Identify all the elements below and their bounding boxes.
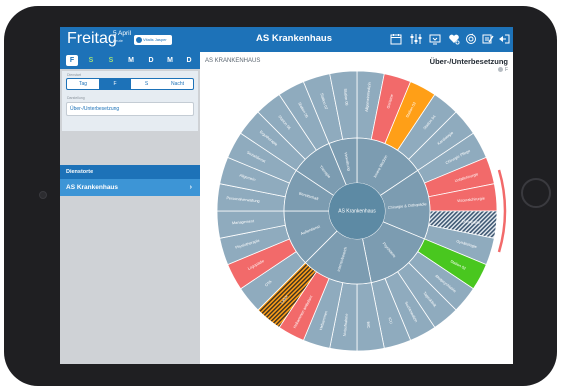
shift-option-f[interactable]: F bbox=[99, 79, 131, 89]
filter-panel: Dienstart Tag F S Nacht Darstellung Über… bbox=[62, 71, 198, 131]
shift-label: Dienstart bbox=[67, 73, 82, 77]
refresh-icon[interactable] bbox=[465, 33, 477, 45]
alert-arc bbox=[497, 169, 507, 253]
user-chip-label: Vitalis Jasper bbox=[143, 37, 167, 42]
sunburst-chart: Allgemeinmedizin GeriatrieStation 03Stati… bbox=[216, 70, 507, 352]
chevron-right-icon: › bbox=[189, 184, 192, 191]
day-tab-2[interactable]: S bbox=[105, 55, 117, 66]
app-title: AS Krankenhaus bbox=[256, 33, 333, 44]
section-title: Dienstorte bbox=[60, 165, 200, 179]
camera-dot bbox=[39, 191, 47, 199]
day-tab-0[interactable]: F bbox=[66, 55, 78, 66]
user-chip[interactable]: Vitalis Jasper bbox=[134, 35, 172, 45]
edit-icon[interactable] bbox=[482, 33, 494, 45]
legend-dot-icon bbox=[497, 67, 503, 73]
shift-option-tag[interactable]: Tag bbox=[67, 79, 99, 89]
sunburst-outer-label: IMC bbox=[366, 321, 371, 329]
sunburst-center-label: AS Krankenhaus bbox=[338, 209, 376, 215]
view-select[interactable]: Über-/Unterbesetzung bbox=[66, 102, 194, 116]
view-title: Über-/Unterbesetzung bbox=[429, 57, 508, 66]
app-screen: Freitag 5 April heute Vitalis Jasper AS … bbox=[60, 27, 513, 364]
legend: F bbox=[497, 67, 508, 73]
shift-segmented-control: Tag F S Nacht bbox=[66, 78, 194, 90]
day-tab-3[interactable]: M bbox=[125, 55, 137, 66]
legend-label: F bbox=[504, 67, 508, 73]
day-tab-6[interactable]: D bbox=[183, 55, 195, 66]
top-bar: Freitag 5 April heute Vitalis Jasper AS … bbox=[60, 27, 513, 52]
date-main: 5 April bbox=[113, 30, 132, 37]
site-label: AS Krankenhaus bbox=[66, 184, 119, 191]
logout-icon[interactable] bbox=[498, 33, 510, 45]
equalizer-icon[interactable] bbox=[410, 33, 422, 45]
user-dot-icon bbox=[136, 37, 142, 43]
day-tab-5[interactable]: M bbox=[164, 55, 176, 66]
day-selector: F S S M D M D bbox=[60, 52, 200, 69]
calendar-icon[interactable] bbox=[390, 33, 402, 45]
heart-settings-icon[interactable] bbox=[448, 33, 460, 45]
app-brand: Freitag bbox=[67, 30, 117, 47]
day-tab-4[interactable]: D bbox=[145, 55, 157, 66]
date-sub: heute bbox=[113, 38, 124, 43]
home-button[interactable] bbox=[521, 178, 551, 208]
breadcrumb: AS KRANKENHAUS bbox=[205, 58, 261, 64]
main-panel: Allgemeinmedizin Geriatrie Station 03 Stati… bbox=[200, 52, 513, 364]
view-label: Darstellung bbox=[67, 96, 85, 100]
shift-option-s[interactable]: S bbox=[131, 79, 162, 89]
sidebar: F S S M D M D Dienstart Tag F S Nacht Da… bbox=[60, 52, 200, 364]
shift-option-nacht[interactable]: Nacht bbox=[162, 79, 193, 89]
day-tab-1[interactable]: S bbox=[85, 55, 97, 66]
monitor-icon[interactable] bbox=[429, 33, 441, 45]
site-list-item[interactable]: AS Krankenhaus › bbox=[60, 179, 200, 196]
